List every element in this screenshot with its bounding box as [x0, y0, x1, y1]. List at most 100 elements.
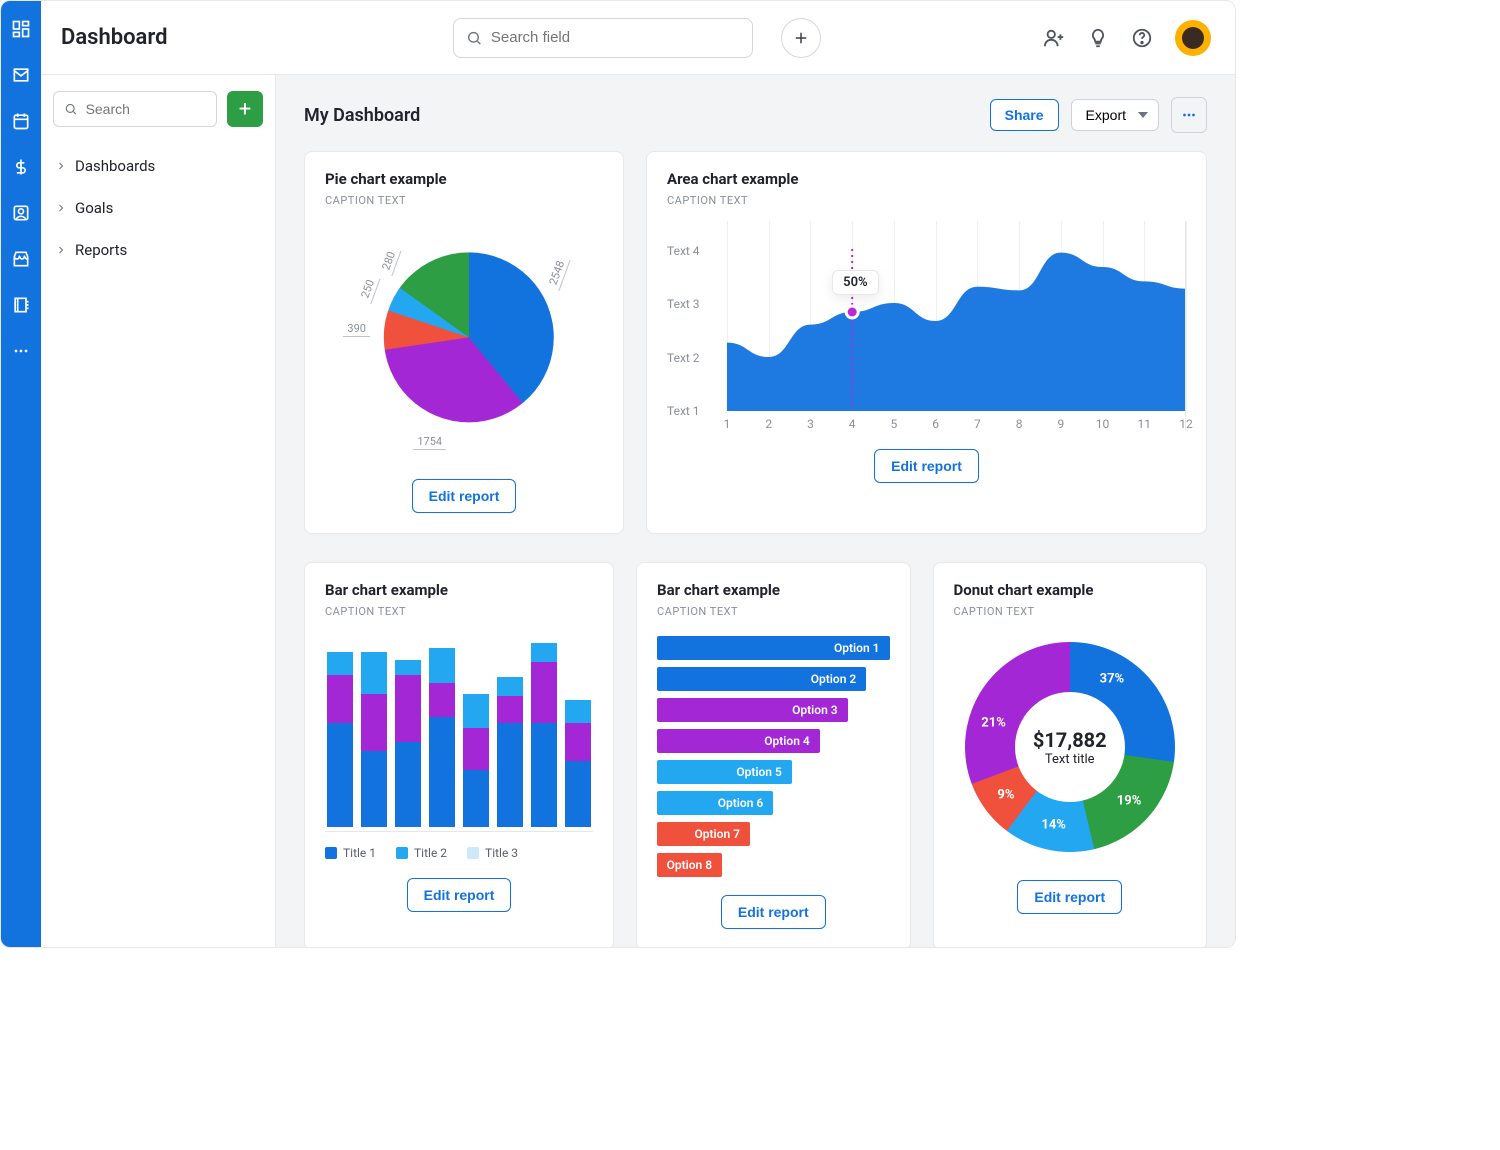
card-title: Area chart example — [667, 170, 1186, 188]
bar — [429, 648, 455, 827]
add-user-icon[interactable] — [1043, 27, 1065, 49]
bar-segment — [361, 652, 387, 694]
bar-segment — [463, 770, 489, 827]
edit-report-button[interactable]: Edit report — [874, 449, 979, 483]
donut-data-label: 37% — [1100, 671, 1125, 686]
hbar: Option 8 — [657, 853, 722, 877]
sidebar-item-label: Goals — [75, 199, 113, 217]
card-bar-vertical: Bar chart example Caption text Title 1Ti… — [304, 562, 614, 947]
sidebar: + Dashboards Goals Reports — [41, 75, 276, 947]
bar-segment — [361, 751, 387, 827]
legend-item: Title 3 — [467, 846, 518, 860]
bar-segment — [531, 643, 557, 662]
bulb-icon[interactable] — [1087, 27, 1109, 49]
bar-segment — [395, 660, 421, 675]
donut-center: $17,882Text title — [1015, 692, 1125, 802]
card-bar-horizontal: Bar chart example Caption text Option 1O… — [636, 562, 911, 947]
bar-segment — [531, 662, 557, 723]
bar — [361, 652, 387, 827]
edit-report-button[interactable]: Edit report — [407, 878, 512, 912]
pie-data-label: 390 — [343, 321, 370, 337]
bar-chart-vertical — [325, 632, 593, 832]
left-rail — [1, 1, 41, 947]
card-title: Donut chart example — [954, 581, 1187, 599]
dashboard-title: My Dashboard — [304, 105, 420, 126]
bar-segment — [531, 723, 557, 828]
edit-report-button[interactable]: Edit report — [1017, 880, 1122, 914]
card-title: Pie chart example — [325, 170, 603, 188]
page-title: Dashboard — [61, 25, 167, 50]
contact-icon[interactable] — [11, 203, 31, 223]
export-button[interactable]: Export — [1071, 99, 1159, 131]
global-search-input[interactable] — [491, 29, 741, 46]
sidebar-add-button[interactable]: + — [227, 91, 263, 127]
edit-report-button[interactable]: Edit report — [412, 479, 517, 513]
donut-value: $17,882 — [1033, 728, 1107, 752]
bar-segment — [395, 742, 421, 828]
store-icon[interactable] — [11, 249, 31, 269]
bar-segment — [327, 723, 353, 828]
sidebar-item-label: Dashboards — [75, 157, 155, 175]
bar — [531, 643, 557, 827]
bar-segment — [463, 694, 489, 728]
pie-data-label: 1754 — [413, 434, 446, 450]
pie-data-label: 280 — [377, 246, 401, 276]
dashboard-icon[interactable] — [11, 19, 31, 39]
area-chart: Text 1Text 2Text 3Text 41234567891011125… — [667, 221, 1186, 431]
sidebar-item-dashboards[interactable]: Dashboards — [53, 145, 263, 187]
card-donut: Donut chart example Caption text $17,882… — [933, 562, 1208, 947]
global-search[interactable] — [453, 18, 753, 58]
bar-segment — [565, 700, 591, 723]
bar-segment — [497, 723, 523, 828]
legend-item: Title 1 — [325, 846, 376, 860]
gridline — [1186, 221, 1187, 411]
help-icon[interactable] — [1131, 27, 1153, 49]
bar-chart-horizontal: Option 1Option 2Option 3Option 4Option 5… — [657, 632, 890, 877]
hbar: Option 4 — [657, 729, 820, 753]
sidebar-search[interactable] — [53, 91, 217, 127]
donut-subtitle: Text title — [1045, 752, 1095, 767]
pie-data-label: 2548 — [544, 254, 570, 290]
hbar: Option 7 — [657, 822, 750, 846]
top-bar: Dashboard — [41, 1, 1235, 75]
card-caption: Caption text — [325, 194, 603, 207]
share-button[interactable]: Share — [990, 99, 1059, 131]
calendar-icon[interactable] — [11, 111, 31, 131]
card-caption: Caption text — [657, 605, 890, 618]
search-icon — [64, 101, 78, 117]
bar — [327, 652, 353, 827]
page-more-button[interactable] — [1171, 97, 1207, 133]
donut-data-label: 9% — [997, 787, 1014, 802]
chevron-right-icon — [55, 160, 67, 172]
bar-segment — [463, 728, 489, 770]
pie-chart: 2548 1754 390 250280 — [325, 221, 603, 461]
add-button[interactable] — [781, 18, 821, 58]
donut-data-label: 19% — [1117, 793, 1142, 808]
bar-segment — [327, 675, 353, 723]
more-icon[interactable] — [11, 341, 31, 361]
sidebar-item-label: Reports — [75, 241, 127, 259]
avatar[interactable] — [1175, 20, 1211, 56]
book-icon[interactable] — [11, 295, 31, 315]
bar — [497, 677, 523, 827]
sidebar-item-reports[interactable]: Reports — [53, 229, 263, 271]
pie-data-label: 250 — [356, 274, 380, 304]
hbar: Option 3 — [657, 698, 848, 722]
legend-item: Title 2 — [396, 846, 447, 860]
hbar: Option 2 — [657, 667, 866, 691]
bar-segment — [429, 648, 455, 682]
sidebar-search-input[interactable] — [86, 101, 206, 117]
card-title: Bar chart example — [325, 581, 593, 599]
dollar-icon[interactable] — [11, 157, 31, 177]
bar-segment — [429, 717, 455, 827]
chevron-right-icon — [55, 202, 67, 214]
content-area: My Dashboard Share Export Pie chart exam… — [276, 75, 1235, 947]
edit-report-button[interactable]: Edit report — [721, 895, 826, 929]
sidebar-item-goals[interactable]: Goals — [53, 187, 263, 229]
card-caption: Caption text — [954, 605, 1187, 618]
bar-segment — [395, 675, 421, 742]
mail-icon[interactable] — [11, 65, 31, 85]
card-area: Area chart example Caption text Text 1Te… — [646, 151, 1207, 534]
bar-segment — [327, 652, 353, 675]
card-title: Bar chart example — [657, 581, 890, 599]
